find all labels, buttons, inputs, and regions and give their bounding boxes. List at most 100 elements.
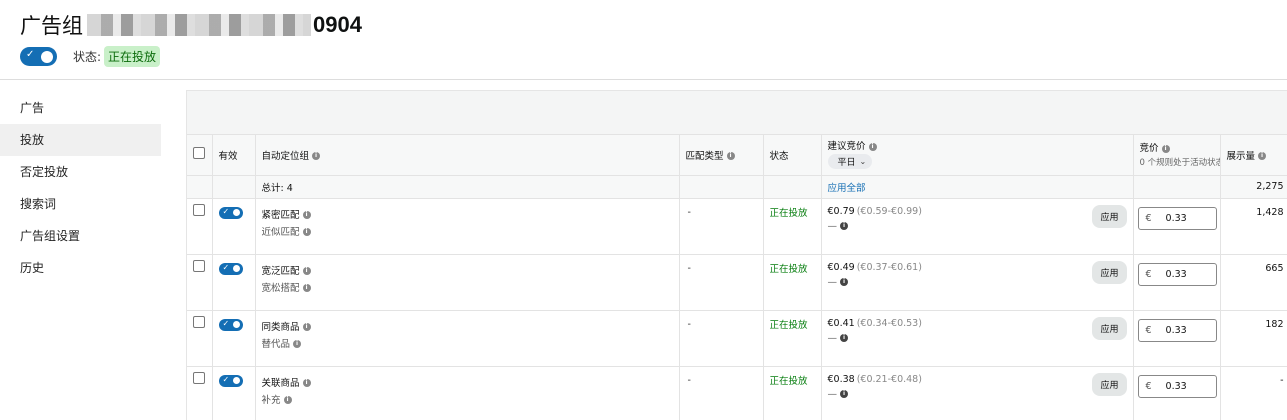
bid-input[interactable]: €0.33 bbox=[1137, 318, 1217, 342]
currency-symbol: € bbox=[1145, 268, 1152, 280]
info-icon[interactable]: i bbox=[1258, 152, 1267, 161]
info-icon[interactable]: i bbox=[283, 396, 292, 404]
bid-input[interactable]: €0.33 bbox=[1137, 374, 1217, 398]
row-checkbox[interactable] bbox=[193, 203, 205, 216]
info-icon[interactable]: i bbox=[840, 222, 848, 230]
apply-all-link[interactable]: 应用全部 bbox=[821, 175, 1134, 199]
header-impressions-label: 展示量 bbox=[1226, 150, 1256, 162]
header-suggested-bid-label: 建议竞价 bbox=[827, 141, 866, 152]
row-checkbox[interactable] bbox=[193, 371, 205, 384]
suggested-bid-dash: — bbox=[827, 276, 838, 288]
adgroup-toggle[interactable]: ✓ bbox=[20, 47, 57, 66]
group-name: 关联商品 i bbox=[262, 375, 679, 389]
table-toolbar bbox=[187, 91, 1287, 135]
info-icon[interactable]: i bbox=[868, 142, 877, 151]
row-impressions: 182 bbox=[1220, 310, 1287, 367]
sidebar-item-adgroup-settings[interactable]: 广告组设置 bbox=[0, 220, 170, 252]
info-icon[interactable]: i bbox=[302, 211, 311, 219]
total-impressions: 2,275 bbox=[1220, 175, 1287, 199]
row-impressions: - bbox=[1220, 366, 1287, 420]
total-empty bbox=[679, 175, 764, 199]
status-badge: 正在投放 bbox=[104, 46, 161, 67]
info-icon[interactable]: i bbox=[302, 228, 311, 236]
row-toggle[interactable]: ✓ bbox=[218, 262, 243, 275]
header-active: 有效 bbox=[212, 135, 256, 176]
total-empty bbox=[1133, 175, 1221, 199]
header-match-type[interactable]: 匹配类型 i bbox=[679, 135, 764, 176]
bid-mode-label: 平日 bbox=[837, 158, 856, 168]
table-row: ✓ 同类商品 i 替代品 i - 正在投放 €0.41 (€0.34-€0.53) —… bbox=[187, 310, 1287, 367]
info-icon[interactable]: i bbox=[302, 323, 311, 331]
info-icon[interactable]: i bbox=[726, 152, 735, 161]
status-row: ✓ 状态: 正在投放 bbox=[20, 46, 161, 67]
group-name: 宽泛匹配 i bbox=[262, 263, 679, 277]
row-toggle[interactable]: ✓ bbox=[218, 318, 243, 331]
row-toggle[interactable]: ✓ bbox=[218, 206, 243, 219]
bid-mode-dropdown[interactable]: 平日 ⌄ bbox=[827, 154, 873, 169]
suggested-bid-sub: — i bbox=[828, 333, 1133, 344]
suggested-bid-range: (€0.59-€0.99) bbox=[856, 205, 922, 217]
total-row: 总计: 4 应用全部 2,275 bbox=[187, 175, 1287, 199]
apply-button[interactable]: 应用 bbox=[1092, 316, 1127, 340]
apply-button[interactable]: 应用 bbox=[1092, 260, 1127, 284]
header-bid-label: 竞价 bbox=[1139, 143, 1159, 154]
suggested-bid-sub: — i bbox=[828, 221, 1133, 232]
info-icon[interactable]: i bbox=[293, 340, 302, 348]
row-group: 关联商品 i 补充 i bbox=[255, 366, 680, 420]
row-status: 正在投放 bbox=[763, 366, 822, 420]
table-header: 有效 自动定位组 i 匹配类型 i 状态 建议竞价 i 平日 ⌄ 竞价 i 0 个规则处于… bbox=[187, 135, 1287, 176]
table-row: ✓ 关联商品 i 补充 i - 正在投放 €0.38 (€0.21-€0.48) — i… bbox=[187, 366, 1287, 420]
row-suggested-bid: €0.49 (€0.37-€0.61) — i 应用 bbox=[821, 254, 1134, 311]
group-name-text: 同类商品 bbox=[261, 321, 300, 333]
suggested-bid-range: (€0.21-€0.48) bbox=[856, 373, 922, 385]
info-icon[interactable]: i bbox=[840, 278, 848, 286]
row-select bbox=[187, 254, 213, 311]
suggested-bid-dash: — bbox=[827, 388, 838, 400]
header-bid[interactable]: 竞价 i 0 个规则处于活动状态 bbox=[1133, 135, 1221, 176]
suggested-bid-value: €0.41 (€0.34-€0.53) bbox=[828, 318, 1133, 329]
row-toggle[interactable]: ✓ bbox=[218, 374, 243, 387]
bid-input-value: 0.33 bbox=[1165, 212, 1187, 224]
info-icon[interactable]: i bbox=[302, 284, 311, 292]
row-active: ✓ bbox=[212, 198, 256, 255]
check-icon: ✓ bbox=[222, 374, 230, 384]
total-empty bbox=[763, 175, 822, 199]
title-prefix: 广告组 bbox=[20, 14, 83, 38]
group-name-text: 紧密匹配 bbox=[261, 209, 300, 221]
bid-input[interactable]: €0.33 bbox=[1137, 262, 1217, 286]
suggested-bid-value: €0.49 (€0.37-€0.61) bbox=[828, 262, 1133, 273]
main-panel: 有效 自动定位组 i 匹配类型 i 状态 建议竞价 i 平日 ⌄ 竞价 i 0 个规则处于… bbox=[186, 90, 1287, 420]
info-icon[interactable]: i bbox=[840, 390, 848, 398]
info-icon[interactable]: i bbox=[302, 379, 311, 387]
sidebar-item-negative-targeting[interactable]: 否定投放 bbox=[0, 156, 170, 188]
check-icon: ✓ bbox=[222, 206, 230, 216]
select-all-checkbox[interactable] bbox=[193, 147, 205, 160]
sidebar-item-targeting[interactable]: 投放 bbox=[0, 124, 161, 156]
row-checkbox[interactable] bbox=[193, 315, 205, 328]
header-suggested-bid[interactable]: 建议竞价 i 平日 ⌄ bbox=[821, 135, 1134, 176]
apply-button[interactable]: 应用 bbox=[1092, 372, 1127, 396]
row-checkbox[interactable] bbox=[193, 259, 205, 272]
total-empty bbox=[187, 175, 213, 199]
sidebar-item-history[interactable]: 历史 bbox=[0, 252, 170, 284]
sidebar-item-ads[interactable]: 广告 bbox=[0, 92, 170, 124]
header-status[interactable]: 状态 bbox=[763, 135, 822, 176]
group-sub-text: 宽松搭配 bbox=[261, 282, 300, 294]
suggested-bid-amount: €0.38 bbox=[827, 373, 855, 385]
bid-input[interactable]: €0.33 bbox=[1137, 206, 1217, 230]
group-name-text: 宽泛匹配 bbox=[261, 265, 300, 277]
row-match-type: - bbox=[679, 310, 764, 367]
info-icon[interactable]: i bbox=[302, 267, 311, 275]
sidebar-item-search-terms[interactable]: 搜索词 bbox=[0, 188, 170, 220]
apply-button[interactable]: 应用 bbox=[1092, 204, 1127, 228]
toggle-knob bbox=[232, 377, 240, 384]
row-match-type: - bbox=[679, 198, 764, 255]
info-icon[interactable]: i bbox=[1161, 144, 1170, 153]
header-impressions[interactable]: 展示量 i bbox=[1220, 135, 1287, 176]
group-name-text: 关联商品 bbox=[261, 377, 300, 389]
header-group[interactable]: 自动定位组 i bbox=[255, 135, 680, 176]
info-icon[interactable]: i bbox=[840, 334, 848, 342]
header-match-type-label: 匹配类型 bbox=[685, 150, 724, 162]
info-icon[interactable]: i bbox=[312, 152, 321, 161]
toggle-knob bbox=[232, 209, 240, 216]
